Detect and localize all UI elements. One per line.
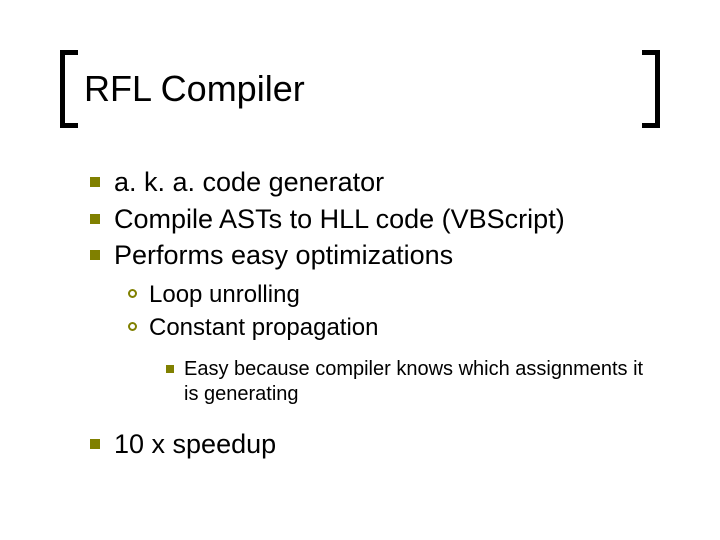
bracket-right-icon	[642, 50, 660, 128]
bullet-text: Compile ASTs to HLL code (VBScript)	[114, 202, 660, 237]
list-item: Easy because compiler knows which assign…	[166, 357, 660, 407]
bullet-text: Constant propagation	[149, 312, 660, 343]
square-bullet-icon	[166, 365, 174, 373]
square-bullet-icon	[90, 177, 100, 187]
bullet-text: 10 x speedup	[114, 427, 660, 462]
square-bullet-icon	[90, 250, 100, 260]
list-item: a. k. a. code generator	[90, 165, 660, 200]
bullet-text: Performs easy optimizations	[114, 238, 660, 273]
bullet-text: a. k. a. code generator	[114, 165, 660, 200]
slide-body: a. k. a. code generator Compile ASTs to …	[90, 165, 660, 464]
slide: RFL Compiler a. k. a. code generator Com…	[0, 0, 720, 540]
list-item: Compile ASTs to HLL code (VBScript)	[90, 202, 660, 237]
circle-bullet-icon	[128, 289, 137, 298]
title-row: RFL Compiler	[60, 50, 660, 128]
slide-title: RFL Compiler	[78, 68, 642, 110]
circle-bullet-icon	[128, 322, 137, 331]
list-item: Constant propagation	[128, 312, 660, 343]
list-item: 10 x speedup	[90, 427, 660, 462]
list-item: Loop unrolling	[128, 279, 660, 310]
list-item: Performs easy optimizations	[90, 238, 660, 273]
square-bullet-icon	[90, 214, 100, 224]
bullet-text: Easy because compiler knows which assign…	[184, 357, 660, 407]
square-bullet-icon	[90, 439, 100, 449]
bullet-text: Loop unrolling	[149, 279, 660, 310]
bracket-left-icon	[60, 50, 78, 128]
